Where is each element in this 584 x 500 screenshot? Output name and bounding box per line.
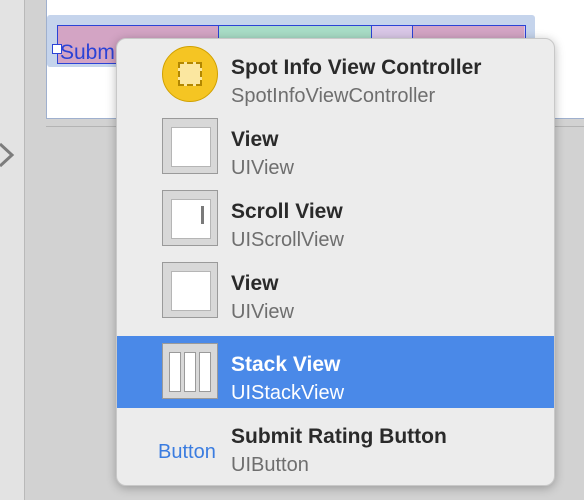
menu-item-subtitle: UIScrollView	[231, 229, 344, 251]
menu-item-spot-info-view-controller[interactable]: Spot Info View Controller SpotInfoViewCo…	[117, 39, 554, 111]
menu-item-subtitle: UIButton	[231, 454, 309, 476]
menu-item-submit-rating-button[interactable]: Button Submit Rating Button UIButton	[117, 408, 554, 480]
submit-button-label[interactable]: Subm	[60, 40, 115, 66]
button-icon: Button	[158, 441, 216, 463]
entry-point-arrow-icon	[0, 142, 15, 168]
menu-item-title: View	[231, 272, 279, 295]
object-hierarchy-menu: Spot Info View Controller SpotInfoViewCo…	[116, 38, 555, 486]
canvas-gutter	[0, 0, 25, 500]
scroll-view-icon	[162, 190, 218, 246]
menu-item-subtitle: SpotInfoViewController	[231, 85, 436, 107]
menu-item-scroll-view[interactable]: Scroll View UIScrollView	[117, 183, 554, 255]
menu-item-view[interactable]: View UIView	[117, 255, 554, 327]
menu-item-title: Spot Info View Controller	[231, 56, 482, 79]
menu-item-view[interactable]: View UIView	[117, 111, 554, 183]
menu-item-subtitle: UIView	[231, 157, 294, 179]
view-icon	[162, 262, 218, 318]
menu-item-stack-view[interactable]: Stack View UIStackView	[117, 336, 554, 408]
menu-item-subtitle: UIView	[231, 301, 294, 323]
stack-view-icon	[162, 343, 218, 399]
menu-item-title: Scroll View	[231, 200, 343, 223]
menu-item-title: View	[231, 128, 279, 151]
view-icon	[162, 118, 218, 174]
menu-item-title: Stack View	[231, 353, 341, 376]
menu-item-title: Submit Rating Button	[231, 425, 447, 448]
menu-item-subtitle: UIStackView	[231, 382, 345, 404]
view-controller-icon	[162, 46, 218, 102]
